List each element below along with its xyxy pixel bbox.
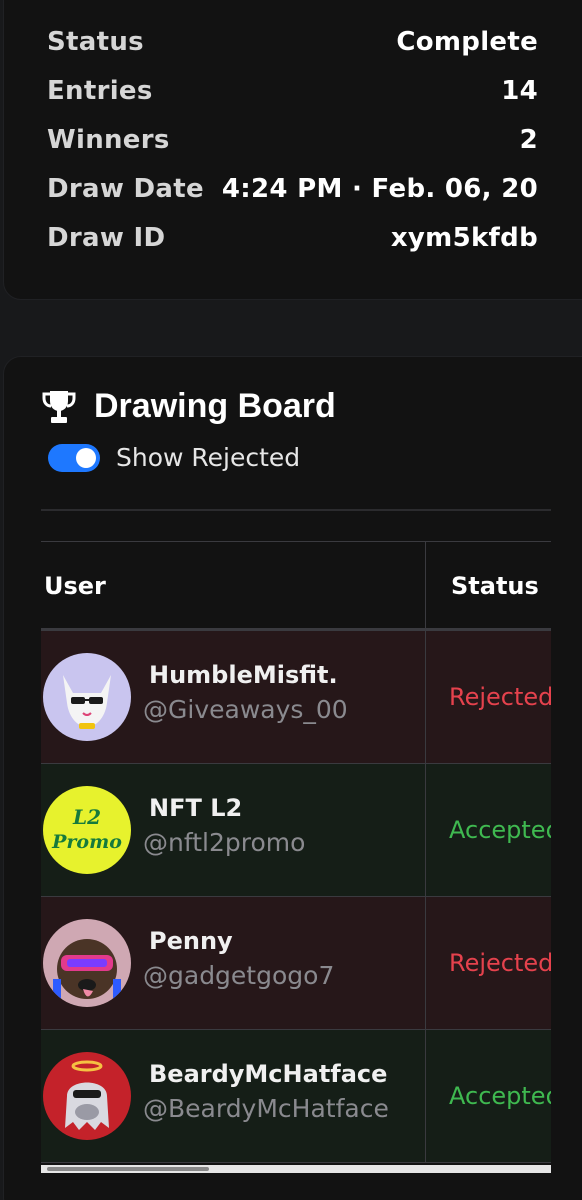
detail-label: Draw ID (47, 222, 166, 253)
avatar: L2 Promo (43, 786, 131, 874)
detail-label: Draw Date (47, 173, 204, 204)
detail-value: 2 (519, 124, 538, 155)
horizontal-scrollbar[interactable] (41, 1165, 551, 1173)
table-row[interactable]: HumbleMisfit. @Giveaways_00 Rejected (41, 631, 551, 764)
column-header-user[interactable]: User (44, 572, 106, 600)
status-badge: Rejected (449, 949, 551, 977)
entries-table[interactable]: User Status HumbleMisfit. @Giveaways_00 … (41, 541, 551, 1181)
table-row[interactable]: Penny @gadgetgogo7 Rejected (41, 897, 551, 1030)
column-divider (425, 897, 426, 1030)
detail-value: xym5kfdb (390, 222, 538, 253)
user-handle[interactable]: @Giveaways_00 (143, 695, 348, 724)
column-divider (425, 542, 426, 630)
avatar (43, 919, 131, 1007)
detail-label: Entries (47, 75, 153, 106)
table-row[interactable]: L2 Promo NFT L2 @nftl2promo Accepted (41, 764, 551, 897)
column-divider (425, 764, 426, 897)
avatar (43, 653, 131, 741)
detail-value: 14 (501, 75, 538, 106)
detail-value: 4:24 PM · Feb. 06, 20 (221, 173, 538, 204)
table-header: User Status (41, 541, 551, 631)
status-badge: Rejected (449, 683, 551, 711)
show-rejected-toggle[interactable] (48, 443, 100, 472)
user-name[interactable]: BeardyMcHatface (149, 1060, 387, 1088)
detail-label: Winners (47, 124, 170, 155)
column-divider (425, 631, 426, 764)
table-row[interactable]: BeardyMcHatface @BeardyMcHatface Accepte… (41, 1030, 551, 1163)
drawing-board-card: Drawing Board Show Rejected User Status (3, 356, 582, 1200)
divider (41, 509, 551, 511)
user-name[interactable]: HumbleMisfit. (149, 661, 338, 689)
board-header: Drawing Board (42, 387, 336, 426)
detail-row-draw-id: Draw ID xym5kfdb (47, 213, 538, 262)
detail-label: Status (47, 26, 144, 57)
detail-value: Complete (396, 26, 538, 57)
toggle-label: Show Rejected (116, 443, 301, 472)
user-handle[interactable]: @nftl2promo (143, 828, 305, 857)
scrollbar-thumb[interactable] (47, 1167, 209, 1171)
show-rejected-toggle-row[interactable]: Show Rejected (48, 443, 300, 472)
board-title: Drawing Board (94, 387, 336, 425)
user-name[interactable]: NFT L2 (149, 794, 242, 822)
avatar (43, 1052, 131, 1140)
detail-row-draw-date: Draw Date 4:24 PM · Feb. 06, 20 (47, 164, 538, 213)
user-handle[interactable]: @BeardyMcHatface (143, 1094, 389, 1123)
column-divider (425, 1030, 426, 1163)
trophy-icon (42, 390, 76, 423)
toggle-knob (76, 447, 96, 468)
status-badge: Accepted (449, 1082, 551, 1110)
column-header-status[interactable]: Status (451, 572, 539, 600)
user-handle[interactable]: @gadgetgogo7 (143, 961, 334, 990)
status-badge: Accepted (449, 816, 551, 844)
user-name[interactable]: Penny (149, 927, 233, 955)
detail-row-winners: Winners 2 (47, 115, 538, 164)
avatar-text-promo: Promo (51, 831, 122, 853)
avatar-text-l2: L2 (72, 805, 101, 829)
detail-row-status: Status Complete (47, 17, 538, 66)
page: Status Complete Entries 14 Winners 2 Dra… (0, 0, 582, 1200)
detail-row-entries: Entries 14 (47, 66, 538, 115)
